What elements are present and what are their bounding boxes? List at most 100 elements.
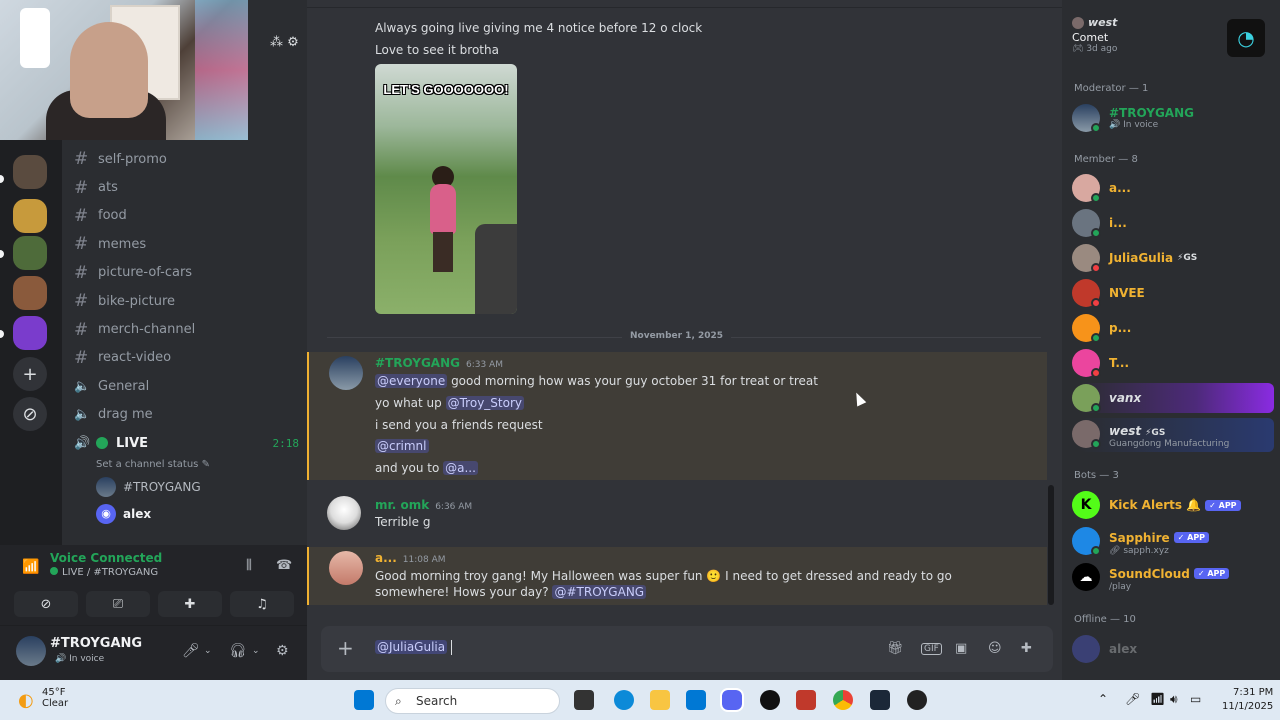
server-icon[interactable] [13,276,47,310]
screen-share-button[interactable]: ⎚ [86,591,150,617]
dnd-status-icon [1091,263,1101,273]
steam-icon[interactable] [870,690,890,710]
chrome-icon[interactable] [833,690,853,710]
member-item[interactable]: T... [1072,347,1277,379]
camera-off-button[interactable]: ⊘ [14,591,78,617]
voice-channel-drag-me[interactable]: 🔈 drag me [62,401,307,429]
channel-bike-picture[interactable]: # bike-picture [62,287,307,315]
voice-connected-subtitle[interactable]: LIVE / #TROYGANG [50,567,158,578]
server-icon[interactable] [13,155,47,189]
member-item[interactable]: JuliaGulia ⚡GS [1072,242,1277,274]
message-author[interactable]: mr. omk [375,498,429,512]
member-item[interactable]: i... [1072,207,1277,239]
volume-icon[interactable]: 🔊︎ [1170,692,1178,707]
gear-icon[interactable]: ⚙ [276,643,289,659]
channel-status-prompt[interactable]: Set a channel status ✎ [62,457,307,473]
mention[interactable]: @#TROYGANG [552,585,647,599]
gear-icon[interactable]: ⚙ [287,35,299,50]
voice-user[interactable]: #TROYGANG [62,473,307,500]
weather-widget[interactable]: 45°F Clear [42,687,68,709]
capcut-icon[interactable] [760,690,780,710]
soundboard-button[interactable]: ♫ [230,591,294,617]
server-icon[interactable] [13,199,47,233]
avatar[interactable] [329,356,363,390]
voice-channel-live[interactable]: 🔊 LIVE 2:18 [62,429,307,457]
message-composer[interactable]: + @JuliaGulia 🎁︎ GIF ▣ ☺ ✚ [321,626,1053,672]
channel-label: LIVE [116,435,149,451]
microphone-icon[interactable]: 🎤︎ [1125,692,1140,706]
gif-icon[interactable]: GIF [921,643,942,655]
channel-label: merch-channel [98,322,196,338]
chat-scrollbar[interactable] [1048,485,1054,605]
channel-self-promo[interactable]: # self-promo [62,145,307,173]
add-server-icon[interactable]: + [13,357,47,391]
mention[interactable]: @everyone [375,374,448,388]
mention[interactable]: @Troy_Story [445,396,524,410]
channel-memes[interactable]: # memes [62,230,307,258]
message[interactable]: #TROYGANG 6:33 AM @everyone good morning … [307,352,1047,480]
channel-picture-of-cars[interactable]: # picture-of-cars [62,259,307,287]
discord-taskbar-icon[interactable] [720,688,744,712]
avatar[interactable] [16,636,46,666]
user-name[interactable]: #TROYGANG [50,636,142,651]
channel-food[interactable]: # food [62,202,307,230]
wifi-icon[interactable]: 📶︎ [1150,692,1165,706]
taskbar-clock[interactable]: 7:31 PM 11/1/2025 [1222,686,1273,714]
server-icon[interactable] [13,316,47,350]
obs-icon[interactable] [907,690,927,710]
member-item[interactable]: NVEE [1072,277,1277,309]
battery-icon[interactable]: ▭ [1190,692,1201,706]
member-item[interactable]: #TROYGANG 🔊 In voice [1072,102,1277,134]
activities-button[interactable]: ✚ [158,591,222,617]
sticker-icon[interactable]: ▣ [955,641,967,656]
message-author[interactable]: #TROYGANG [375,356,460,370]
add-member-icon[interactable]: ⁂ [270,35,283,50]
message[interactable]: a... 11:08 AM Good morning troy gang! My … [307,547,1047,605]
voice-connected-title[interactable]: Voice Connected [50,551,162,565]
mention[interactable]: @a... [443,461,478,475]
gif-embed[interactable]: LET'S GOOOOOOO! [375,64,517,314]
server-icon[interactable] [13,236,47,270]
mention[interactable]: @crimnl [375,439,429,453]
start-icon[interactable] [354,690,374,710]
nameplate-west [1079,418,1274,452]
channel-merch-channel[interactable]: # merch-channel [62,315,307,343]
message-author[interactable]: a... [375,551,397,565]
apps-icon[interactable]: ✚ [1021,641,1032,656]
message-text: i send you a friends request [375,418,543,432]
chevron-down-icon[interactable]: ⌄ [204,646,212,656]
user-panel: #TROYGANG 🔊 In voice 🎤︎ ⌄ 🎧︎ ⌄ ⚙ [0,625,307,680]
app-icon[interactable] [796,690,816,710]
file-explorer-icon[interactable] [650,690,670,710]
message-input[interactable]: @JuliaGulia [375,640,453,655]
member-top[interactable]: west Comet 🎮︎ 3d ago ◔ [1072,16,1277,64]
microphone-icon[interactable]: 🎤︎ [182,643,200,659]
emoji-icon[interactable]: ☺ [988,641,1002,656]
message[interactable]: mr. omk 6:36 AM Terrible g [307,494,1047,538]
voice-channel-general[interactable]: 🔈 General [62,372,307,400]
voice-user[interactable]: ◉ alex [62,500,307,527]
channel-label: self-promo [98,151,167,167]
unread-pill [0,250,4,258]
gift-icon[interactable]: 🎁︎ [887,641,904,656]
chevron-up-icon[interactable]: ⌃ [1098,692,1108,706]
signal-icon[interactable]: 📶 [22,559,39,575]
avatar[interactable] [329,551,363,585]
message-timestamp: 6:33 AM [465,360,503,370]
edge-icon[interactable] [614,690,634,710]
headphones-icon[interactable]: 🎧︎ [229,643,247,659]
avatar[interactable] [327,496,361,530]
disconnect-icon[interactable]: ☎ [276,558,292,573]
discover-icon[interactable]: ⊘ [13,397,47,431]
member-item[interactable]: p... [1072,312,1277,344]
taskbar-search[interactable]: ⌕ Search [385,688,560,714]
task-view-icon[interactable] [574,690,594,710]
hash-icon: # [74,205,89,226]
member-item[interactable]: a... [1072,172,1277,204]
plus-icon[interactable]: + [337,636,354,660]
channel-react-video[interactable]: # react-video [62,344,307,372]
chevron-down-icon[interactable]: ⌄ [252,646,260,656]
noise-suppression-icon[interactable]: ⫼ [246,558,252,573]
store-icon[interactable] [686,690,706,710]
channel-ats[interactable]: # ats [62,173,307,201]
